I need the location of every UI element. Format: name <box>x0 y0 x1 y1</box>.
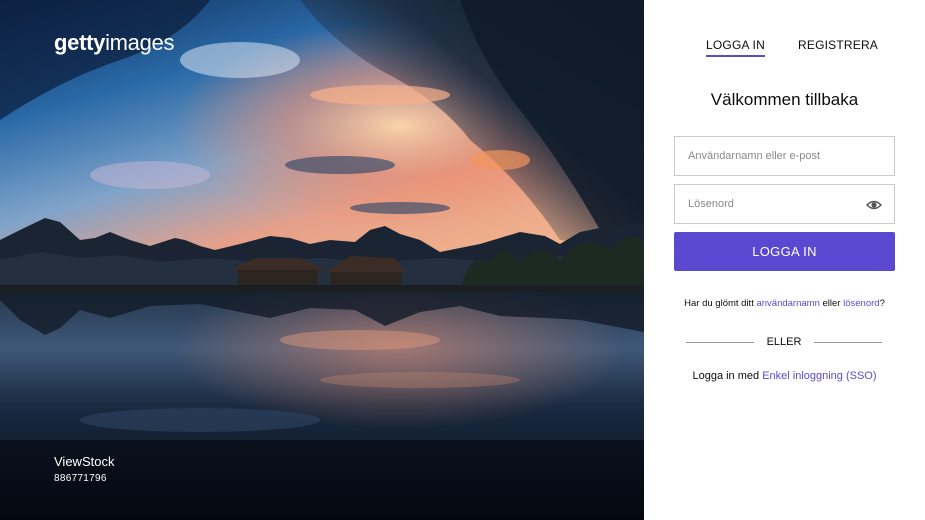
hero-image: gettyimages ViewStock 886771796 <box>0 0 644 520</box>
divider-line-right <box>814 342 882 343</box>
auth-tabs: LOGGA IN REGISTRERA <box>644 38 925 58</box>
tab-register[interactable]: REGISTRERA <box>798 38 878 55</box>
password-field <box>674 184 895 224</box>
sso-login-text: Logga in med Enkel inloggning (SSO) <box>644 370 925 382</box>
forgot-credentials-text: Har du glömt ditt användarnamn eller lös… <box>644 298 925 309</box>
getty-images-logo[interactable]: gettyimages <box>54 30 174 56</box>
username-input[interactable] <box>675 137 894 175</box>
logo-bold-text: getty <box>54 30 106 55</box>
sso-link[interactable]: Enkel inloggning (SSO) <box>762 370 876 382</box>
password-input[interactable] <box>675 185 894 223</box>
forgot-username-link[interactable]: användarnamn <box>756 298 819 309</box>
forgot-middle: eller <box>819 298 844 309</box>
show-password-icon[interactable] <box>866 198 882 212</box>
credit-image-id: 886771796 <box>54 473 107 484</box>
tab-login[interactable]: LOGGA IN <box>706 38 765 57</box>
image-credit: ViewStock 886771796 <box>54 454 114 484</box>
login-panel: LOGGA IN REGISTRERA Välkommen tillbaka L… <box>644 0 925 520</box>
logo-light-text: images <box>105 30 175 55</box>
or-divider: ELLER <box>686 336 882 350</box>
username-field <box>674 136 895 176</box>
sso-prefix: Logga in med <box>692 370 763 382</box>
forgot-password-link[interactable]: lösenord <box>843 298 879 309</box>
forgot-prefix: Har du glömt ditt <box>684 298 757 309</box>
forgot-suffix: ? <box>879 298 885 309</box>
page-title: Välkommen tillbaka <box>710 90 859 109</box>
login-button[interactable]: LOGGA IN <box>674 232 895 271</box>
credit-artist: ViewStock <box>54 454 115 469</box>
landscape-photo <box>0 0 644 520</box>
